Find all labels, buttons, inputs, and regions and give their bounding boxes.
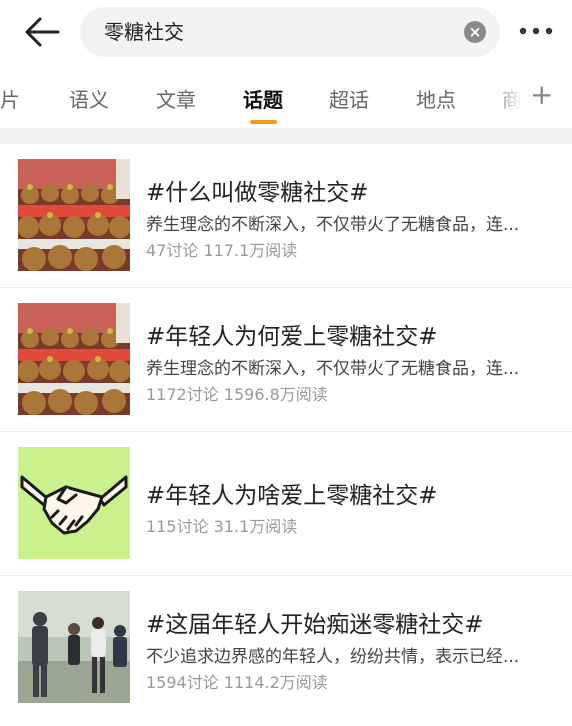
topic-item[interactable]: #这届年轻人开始痴迷零糖社交# 不少追求边界感的年轻人，纷纷共情，表示已经...…	[0, 576, 572, 720]
topic-thumbnail-plush-toys	[18, 303, 130, 415]
topic-stats: 1172讨论 1596.8万阅读	[146, 385, 328, 404]
tab-pictures[interactable]: 图片	[0, 84, 20, 113]
topic-stats: 1594讨论 1114.2万阅读	[146, 673, 328, 692]
topic-item[interactable]: #什么叫做零糖社交# 养生理念的不断深入，不仅带火了无糖食品，连... 47讨论…	[0, 144, 572, 288]
search-header: 零糖社交 ×	[0, 0, 572, 62]
topic-item[interactable]: #年轻人为何爱上零糖社交# 养生理念的不断深入，不仅带火了无糖食品，连... 1…	[0, 288, 572, 432]
topic-title[interactable]: #年轻人为啥爱上零糖社交#	[146, 476, 438, 510]
add-tab-icon[interactable]: +	[530, 81, 553, 109]
topic-stats: 47讨论 117.1万阅读	[146, 241, 298, 260]
clear-search-icon[interactable]: ×	[464, 21, 486, 43]
topic-description: 养生理念的不断深入，不仅带火了无糖食品，连...	[146, 215, 520, 235]
search-category-tabs: 图片 语义 文章 话题 超话 地点 商 +	[0, 64, 572, 128]
topic-thumbnail-plush-toys	[18, 159, 130, 271]
tab-semantic[interactable]: 语义	[69, 84, 109, 113]
topic-item[interactable]: #年轻人为啥爱上零糖社交# 115讨论 31.1万阅读	[0, 432, 572, 576]
topic-title[interactable]: #什么叫做零糖社交#	[146, 173, 369, 207]
topic-thumbnail-handshake	[18, 447, 130, 559]
topic-stats: 115讨论 31.1万阅读	[146, 517, 298, 536]
topic-thumbnail-people-photo	[18, 591, 130, 703]
topic-title[interactable]: #这届年轻人开始痴迷零糖社交#	[146, 605, 484, 639]
search-query-text: 零糖社交	[104, 20, 184, 44]
more-options-icon[interactable]	[518, 21, 554, 41]
tab-places[interactable]: 地点	[416, 84, 456, 113]
search-input[interactable]: 零糖社交 ×	[80, 7, 500, 57]
section-separator	[0, 128, 572, 144]
topic-description: 不少追求边界感的年轻人，纷纷共情，表示已经...	[146, 647, 520, 667]
tab-super-topics[interactable]: 超话	[329, 84, 369, 113]
tab-articles[interactable]: 文章	[156, 84, 196, 113]
back-arrow-icon[interactable]	[22, 14, 62, 50]
tab-topics[interactable]: 话题	[243, 84, 283, 113]
active-tab-indicator	[250, 120, 277, 124]
topic-description: 养生理念的不断深入，不仅带火了无糖食品，连...	[146, 359, 520, 379]
topic-title[interactable]: #年轻人为何爱上零糖社交#	[146, 317, 438, 351]
